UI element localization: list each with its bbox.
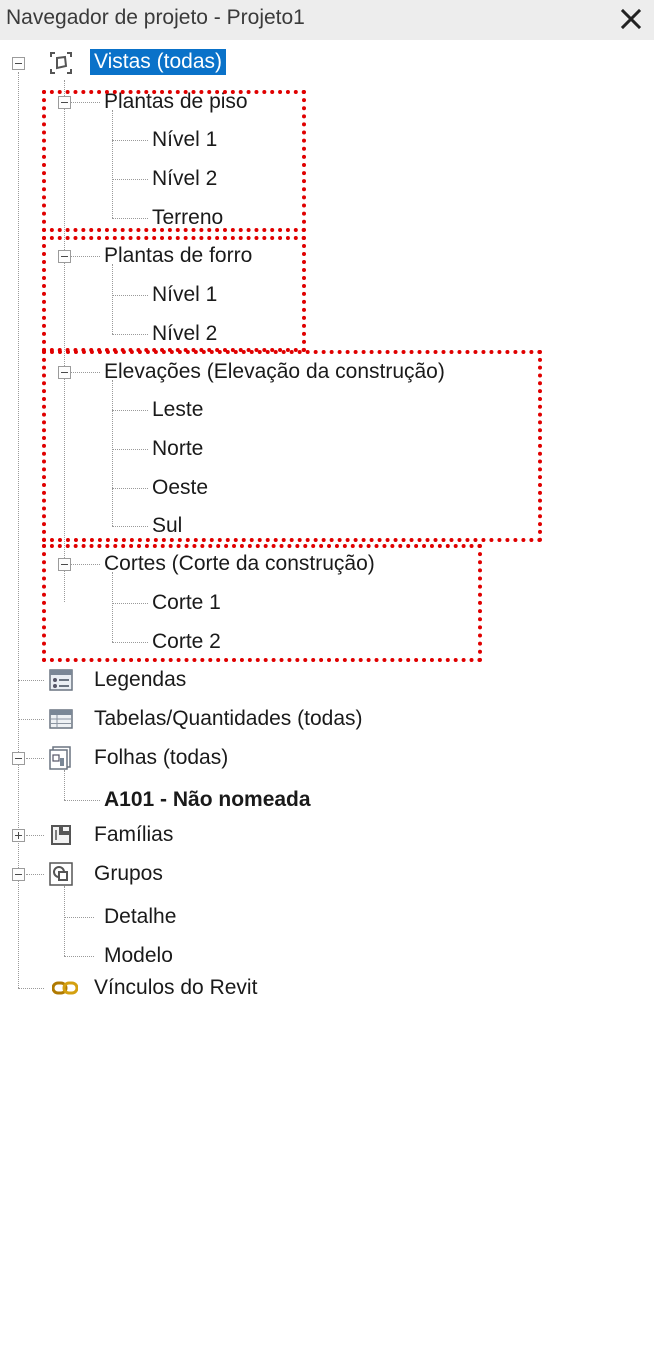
tree-item-families[interactable]: Famílias [94, 822, 173, 848]
tree-connector [112, 642, 148, 643]
tree-leaf-elevation[interactable]: Norte [152, 436, 203, 462]
tree-leaf-section[interactable]: Corte 2 [152, 629, 221, 655]
tree-leaf-ceiling-plan[interactable]: Nível 1 [152, 282, 217, 308]
tree-leaf-elevation[interactable]: Sul [152, 513, 182, 539]
views-icon [48, 50, 74, 76]
tree-item-ceiling-plans[interactable]: Plantas de forro [104, 243, 252, 269]
tree-connector [64, 956, 94, 957]
tree-connector [112, 264, 113, 334]
panel-title: Navegador de projeto - Projeto1 [6, 6, 305, 29]
schedule-icon [48, 706, 74, 732]
sheet-icon [48, 745, 74, 771]
tree-connector [112, 449, 148, 450]
tree-item-sheets[interactable]: Folhas (todas) [94, 745, 228, 771]
tree-item-legends[interactable]: Legendas [94, 667, 186, 693]
tree-leaf-floor-plan[interactable]: Nível 1 [152, 127, 217, 153]
tree-leaf-group[interactable]: Modelo [104, 943, 173, 969]
tree-connector [112, 410, 148, 411]
tree-connector [26, 835, 44, 836]
tree-item-revit-links[interactable]: Vínculos do Revit [94, 975, 257, 1001]
tree-item-sections[interactable]: Cortes (Corte da construção) [104, 551, 375, 577]
tree-item-schedules[interactable]: Tabelas/Quantidades (todas) [94, 706, 363, 732]
tree-leaf-elevation[interactable]: Oeste [152, 475, 208, 501]
tree-connector [112, 526, 148, 527]
tree-leaf-sheet[interactable]: A101 - Não nomeada [104, 787, 311, 813]
close-button[interactable] [614, 2, 648, 36]
tree-connector [64, 917, 94, 918]
close-icon [620, 8, 642, 30]
tree-leaf-floor-plan[interactable]: Nível 2 [152, 166, 217, 192]
tree-connector [64, 800, 100, 801]
tree-connector [112, 218, 148, 219]
tree-item-groups[interactable]: Grupos [94, 861, 163, 887]
tree-leaf-elevation[interactable]: Leste [152, 397, 203, 423]
tree-leaf-floor-plan[interactable]: Terreno [152, 205, 223, 231]
tree-connector [112, 572, 113, 642]
collapse-toggle-views[interactable] [12, 57, 25, 70]
tree-connector [64, 80, 65, 602]
collapse-toggle-sections[interactable] [58, 558, 71, 571]
revit-link-icon [52, 975, 78, 1001]
collapse-toggle-floor-plans[interactable] [58, 96, 71, 109]
tree-connector [18, 988, 44, 989]
legend-icon [48, 667, 74, 693]
tree-connector [112, 295, 148, 296]
tree-connector [26, 874, 44, 875]
tree-item-views[interactable]: Vistas (todas) [90, 49, 226, 75]
collapse-toggle-ceiling-plans[interactable] [58, 250, 71, 263]
tree-leaf-section[interactable]: Corte 1 [152, 590, 221, 616]
collapse-toggle-groups[interactable] [12, 868, 25, 881]
tree-connector [112, 334, 148, 335]
tree-leaf-group[interactable]: Detalhe [104, 904, 176, 930]
groups-icon [48, 861, 74, 887]
collapse-toggle-sheets[interactable] [12, 752, 25, 765]
tree-connector [26, 758, 44, 759]
tree-connector [18, 72, 19, 988]
tree-item-elevations[interactable]: Elevações (Elevação da construção) [104, 359, 445, 385]
tree-item-floor-plans[interactable]: Plantas de piso [104, 89, 248, 115]
tree-connector [112, 488, 148, 489]
project-browser-tree: Vistas (todas) Plantas de piso Nível 1 N… [0, 40, 654, 1369]
tree-connector [112, 140, 148, 141]
expand-toggle-families[interactable] [12, 829, 25, 842]
tree-connector [112, 179, 148, 180]
title-bar: Navegador de projeto - Projeto1 [0, 0, 654, 40]
collapse-toggle-elevations[interactable] [58, 366, 71, 379]
families-icon [48, 822, 74, 848]
tree-connector [64, 770, 65, 800]
tree-connector [18, 680, 44, 681]
tree-connector [112, 603, 148, 604]
tree-connector [18, 719, 44, 720]
tree-connector [112, 110, 113, 218]
tree-leaf-ceiling-plan[interactable]: Nível 2 [152, 321, 217, 347]
tree-connector [64, 886, 65, 956]
tree-connector [112, 380, 113, 526]
